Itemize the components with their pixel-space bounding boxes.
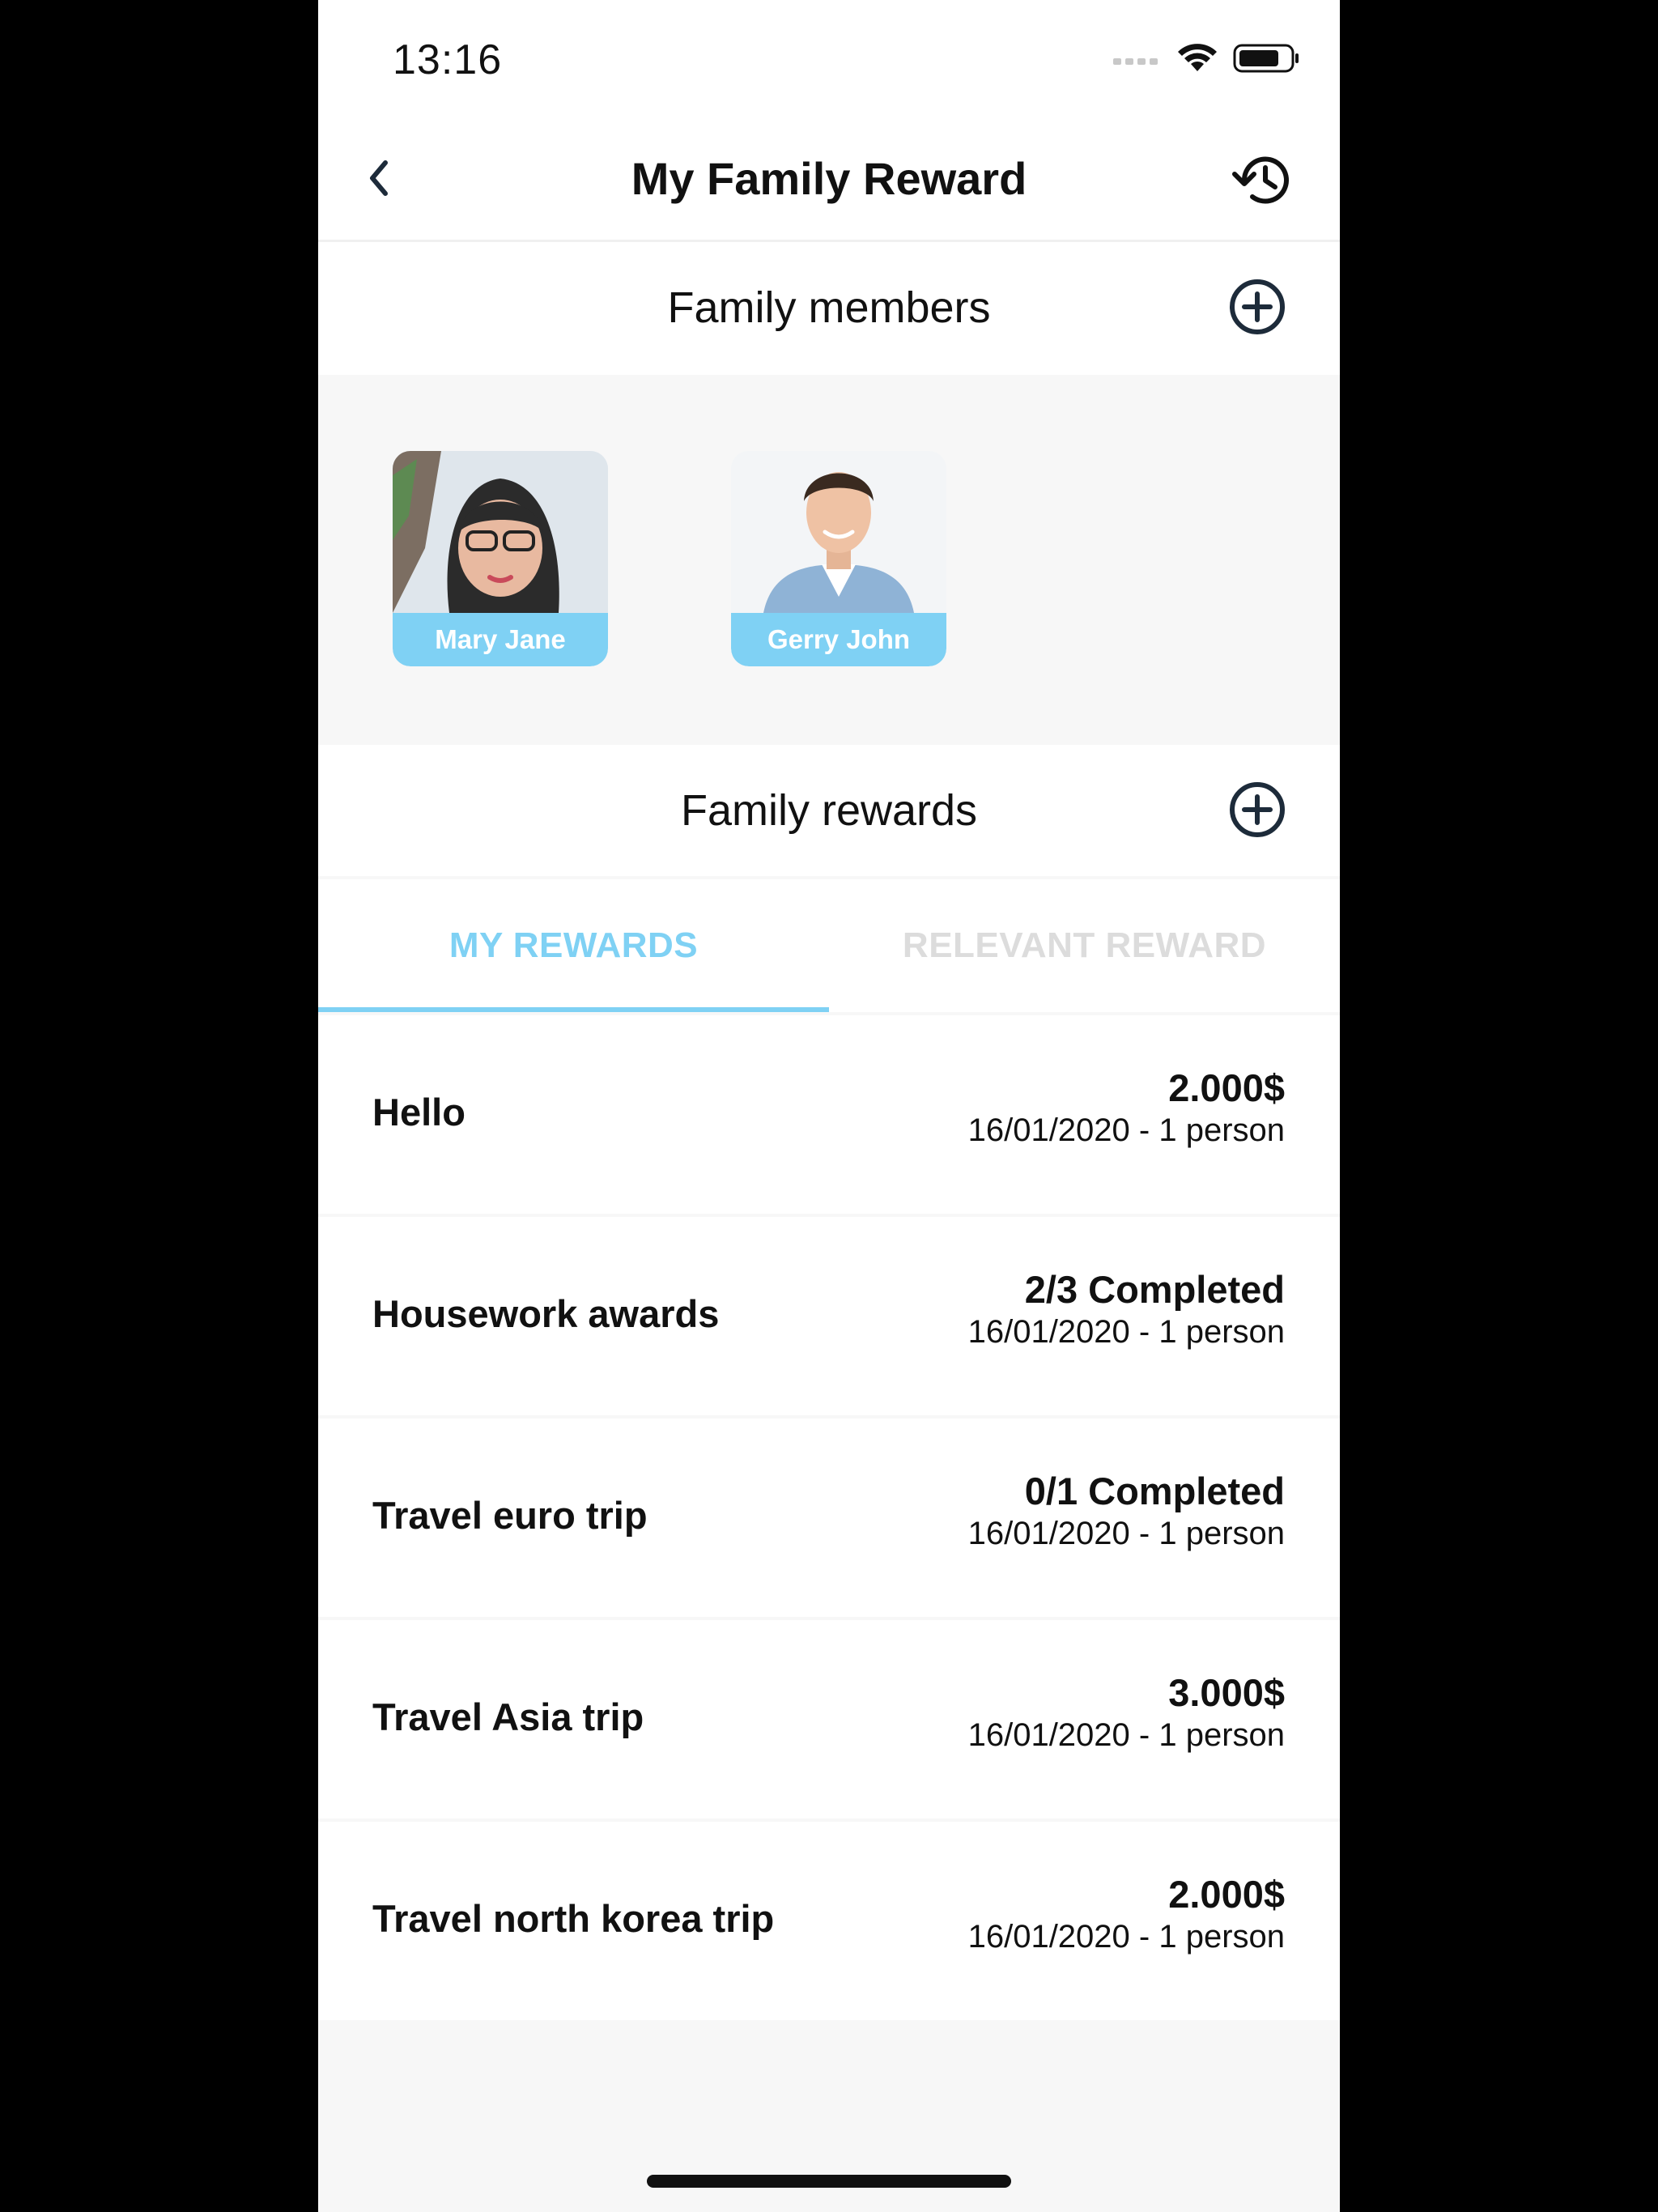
avatar: [731, 451, 946, 613]
family-members-title: Family members: [667, 283, 991, 332]
reward-meta: 16/01/2020 - 1 person: [967, 1919, 1285, 1955]
member-card[interactable]: Mary Jane: [393, 451, 608, 666]
reward-title: Housework awards: [372, 1292, 720, 1335]
reward-value: 2/3 Completed: [1024, 1268, 1285, 1311]
page-title: My Family Reward: [631, 153, 1027, 204]
member-card[interactable]: Gerry John: [731, 451, 946, 666]
status-icons: [1113, 42, 1301, 74]
member-name: Mary Jane: [393, 613, 608, 666]
status-bar: 13:16: [318, 0, 1340, 121]
list-item[interactable]: Travel euro trip 0/1 Completed 16/01/202…: [318, 1419, 1340, 1617]
history-button[interactable]: [1230, 147, 1295, 212]
reward-value: 2.000$: [1168, 1066, 1285, 1109]
plus-circle-icon: [1230, 279, 1285, 334]
status-time: 13:16: [393, 36, 503, 83]
add-member-button[interactable]: [1226, 276, 1288, 338]
tab-relevant-reward[interactable]: RELEVANT REWARD: [829, 879, 1340, 1012]
reward-meta: 16/01/2020 - 1 person: [967, 1717, 1285, 1753]
tab-my-rewards[interactable]: MY REWARDS: [318, 879, 829, 1012]
wifi-icon: [1178, 44, 1217, 71]
history-icon: [1232, 156, 1289, 204]
phone-screen: 13:16 My Family Reward Family members Ma…: [318, 0, 1340, 2212]
reward-title: Hello: [372, 1091, 466, 1134]
reward-title: Travel north korea trip: [372, 1897, 775, 1940]
plus-circle-icon: [1230, 782, 1285, 837]
family-members-header: Family members: [318, 242, 1340, 375]
member-name: Gerry John: [731, 613, 946, 666]
tab-indicator: [318, 1007, 829, 1012]
reward-list: Hello 2.000$ 16/01/2020 - 1 person House…: [318, 1015, 1340, 2023]
reward-title: Travel euro trip: [372, 1494, 648, 1537]
family-rewards-title: Family rewards: [680, 786, 978, 835]
reward-tabs: MY REWARDS RELEVANT REWARD: [318, 879, 1340, 1012]
reward-title: Travel Asia trip: [372, 1695, 644, 1738]
list-item[interactable]: Travel north korea trip 2.000$ 16/01/202…: [318, 1822, 1340, 2020]
signal-icon: [1113, 58, 1158, 65]
reward-value: 0/1 Completed: [1024, 1470, 1285, 1512]
reward-meta: 16/01/2020 - 1 person: [967, 1516, 1285, 1551]
battery-icon: [1233, 44, 1299, 73]
family-rewards-header: Family rewards: [318, 745, 1340, 876]
avatar: [393, 451, 608, 613]
reward-meta: 16/01/2020 - 1 person: [967, 1314, 1285, 1350]
list-item[interactable]: Travel Asia trip 3.000$ 16/01/2020 - 1 p…: [318, 1620, 1340, 1819]
reward-value: 2.000$: [1168, 1873, 1285, 1916]
reward-value: 3.000$: [1168, 1671, 1285, 1714]
home-indicator[interactable]: [647, 2175, 1011, 2188]
list-item[interactable]: Housework awards 2/3 Completed 16/01/202…: [318, 1217, 1340, 1415]
list-item[interactable]: Hello 2.000$ 16/01/2020 - 1 person: [318, 1015, 1340, 1214]
add-reward-button[interactable]: [1226, 779, 1288, 840]
members-grid: Mary Jane Gerry John: [318, 375, 1340, 739]
nav-header: My Family Reward: [318, 121, 1340, 242]
reward-meta: 16/01/2020 - 1 person: [967, 1112, 1285, 1148]
